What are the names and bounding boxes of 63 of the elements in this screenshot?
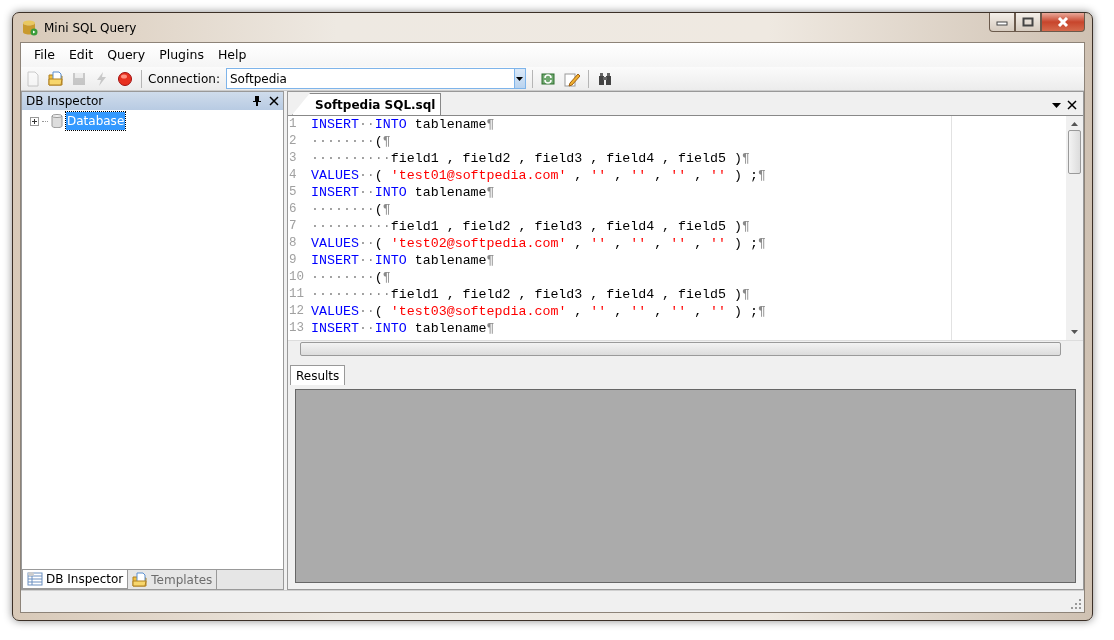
resize-grip-icon[interactable] — [1071, 599, 1082, 610]
line-number: 6 — [288, 201, 298, 218]
code-line: ········(¶ — [311, 201, 391, 218]
close-icon[interactable] — [269, 96, 279, 106]
code-line: VALUES··( 'test02@softpedia.com' , '' , '' , '' , '' ) ;¶ — [311, 235, 766, 252]
scroll-thumb[interactable] — [1068, 130, 1081, 174]
code-line: INSERT··INTO tablename¶ — [311, 116, 495, 133]
line-number: 2 — [288, 133, 298, 150]
code-line: INSERT··INTO tablename¶ — [311, 252, 495, 269]
code-line: ········(¶ — [311, 269, 391, 286]
line-number: 3 — [288, 150, 298, 167]
menu-item[interactable]: Plugins — [152, 43, 211, 67]
window-title: Mini SQL Query — [44, 19, 137, 37]
minimize-icon — [996, 18, 1008, 26]
dropdown-arrow-icon[interactable] — [516, 76, 524, 81]
line-number: 1 — [288, 116, 298, 133]
editor-tab[interactable]: Softpedia SQL.sql — [292, 93, 442, 115]
pin-icon[interactable] — [253, 96, 261, 106]
panel-tab[interactable]: Templates — [128, 570, 218, 589]
menu-item[interactable]: Edit — [61, 43, 101, 67]
line-number: 4 — [288, 167, 298, 184]
code-line: ··········field1 , field2 , field3 , field4 , field5 )¶ — [311, 286, 750, 303]
database-icon — [51, 114, 63, 128]
close-icon[interactable] — [1067, 100, 1077, 110]
minimize-button[interactable] — [989, 13, 1015, 32]
code-line: VALUES··( 'test01@softpedia.com' , '' , '' , '' , '' ) ;¶ — [311, 167, 766, 184]
code-line: INSERT··INTO tablename¶ — [311, 184, 495, 201]
folder-icon[interactable] — [46, 68, 66, 89]
table-icon — [27, 571, 43, 587]
vertical-scrollbar[interactable] — [1066, 116, 1083, 340]
panel-title: DB Inspector — [26, 93, 104, 110]
maximize-button[interactable] — [1015, 13, 1041, 32]
line-number: 9 — [288, 252, 298, 269]
line-number: 11 — [288, 286, 305, 303]
code-line: ········(¶ — [311, 133, 391, 150]
code-line: ··········field1 , field2 , field3 , field4 , field5 )¶ — [311, 150, 750, 167]
panel-tab[interactable]: DB Inspector — [22, 570, 129, 589]
connection-dropdown[interactable]: Softpedia — [225, 68, 526, 89]
maximize-icon — [1022, 17, 1034, 27]
database-icon — [22, 19, 38, 36]
scroll-up-icon[interactable] — [1071, 122, 1078, 126]
close-button[interactable] — [1041, 13, 1085, 32]
scroll-thumb[interactable] — [300, 342, 1061, 356]
menu-item[interactable]: Query — [100, 43, 153, 67]
connection-label: Connection: — [148, 70, 220, 88]
scroll-down-icon[interactable] — [1071, 330, 1078, 334]
line-number: 7 — [288, 218, 298, 235]
menu-item[interactable]: Help — [210, 43, 254, 67]
menu-item[interactable]: File — [27, 43, 62, 67]
results-tab[interactable]: Results — [290, 365, 346, 385]
dropdown-icon[interactable] — [1052, 102, 1061, 108]
line-number: 10 — [288, 269, 305, 286]
code-line: ··········field1 , field2 , field3 , field4 , field5 )¶ — [311, 218, 750, 235]
code-line: VALUES··( 'test03@softepdia.com' , '' , '' , '' , '' ) ;¶ — [311, 303, 766, 320]
line-number: 12 — [288, 303, 305, 320]
code-line: INSERT··INTO tablename¶ — [311, 320, 495, 337]
line-number: 13 — [288, 320, 305, 337]
expander-icon[interactable] — [30, 116, 39, 126]
horizontal-scrollbar[interactable] — [288, 340, 1083, 357]
folder-icon — [132, 571, 149, 588]
line-number: 8 — [288, 235, 298, 252]
line-number: 5 — [288, 184, 298, 201]
close-icon — [1056, 17, 1070, 27]
